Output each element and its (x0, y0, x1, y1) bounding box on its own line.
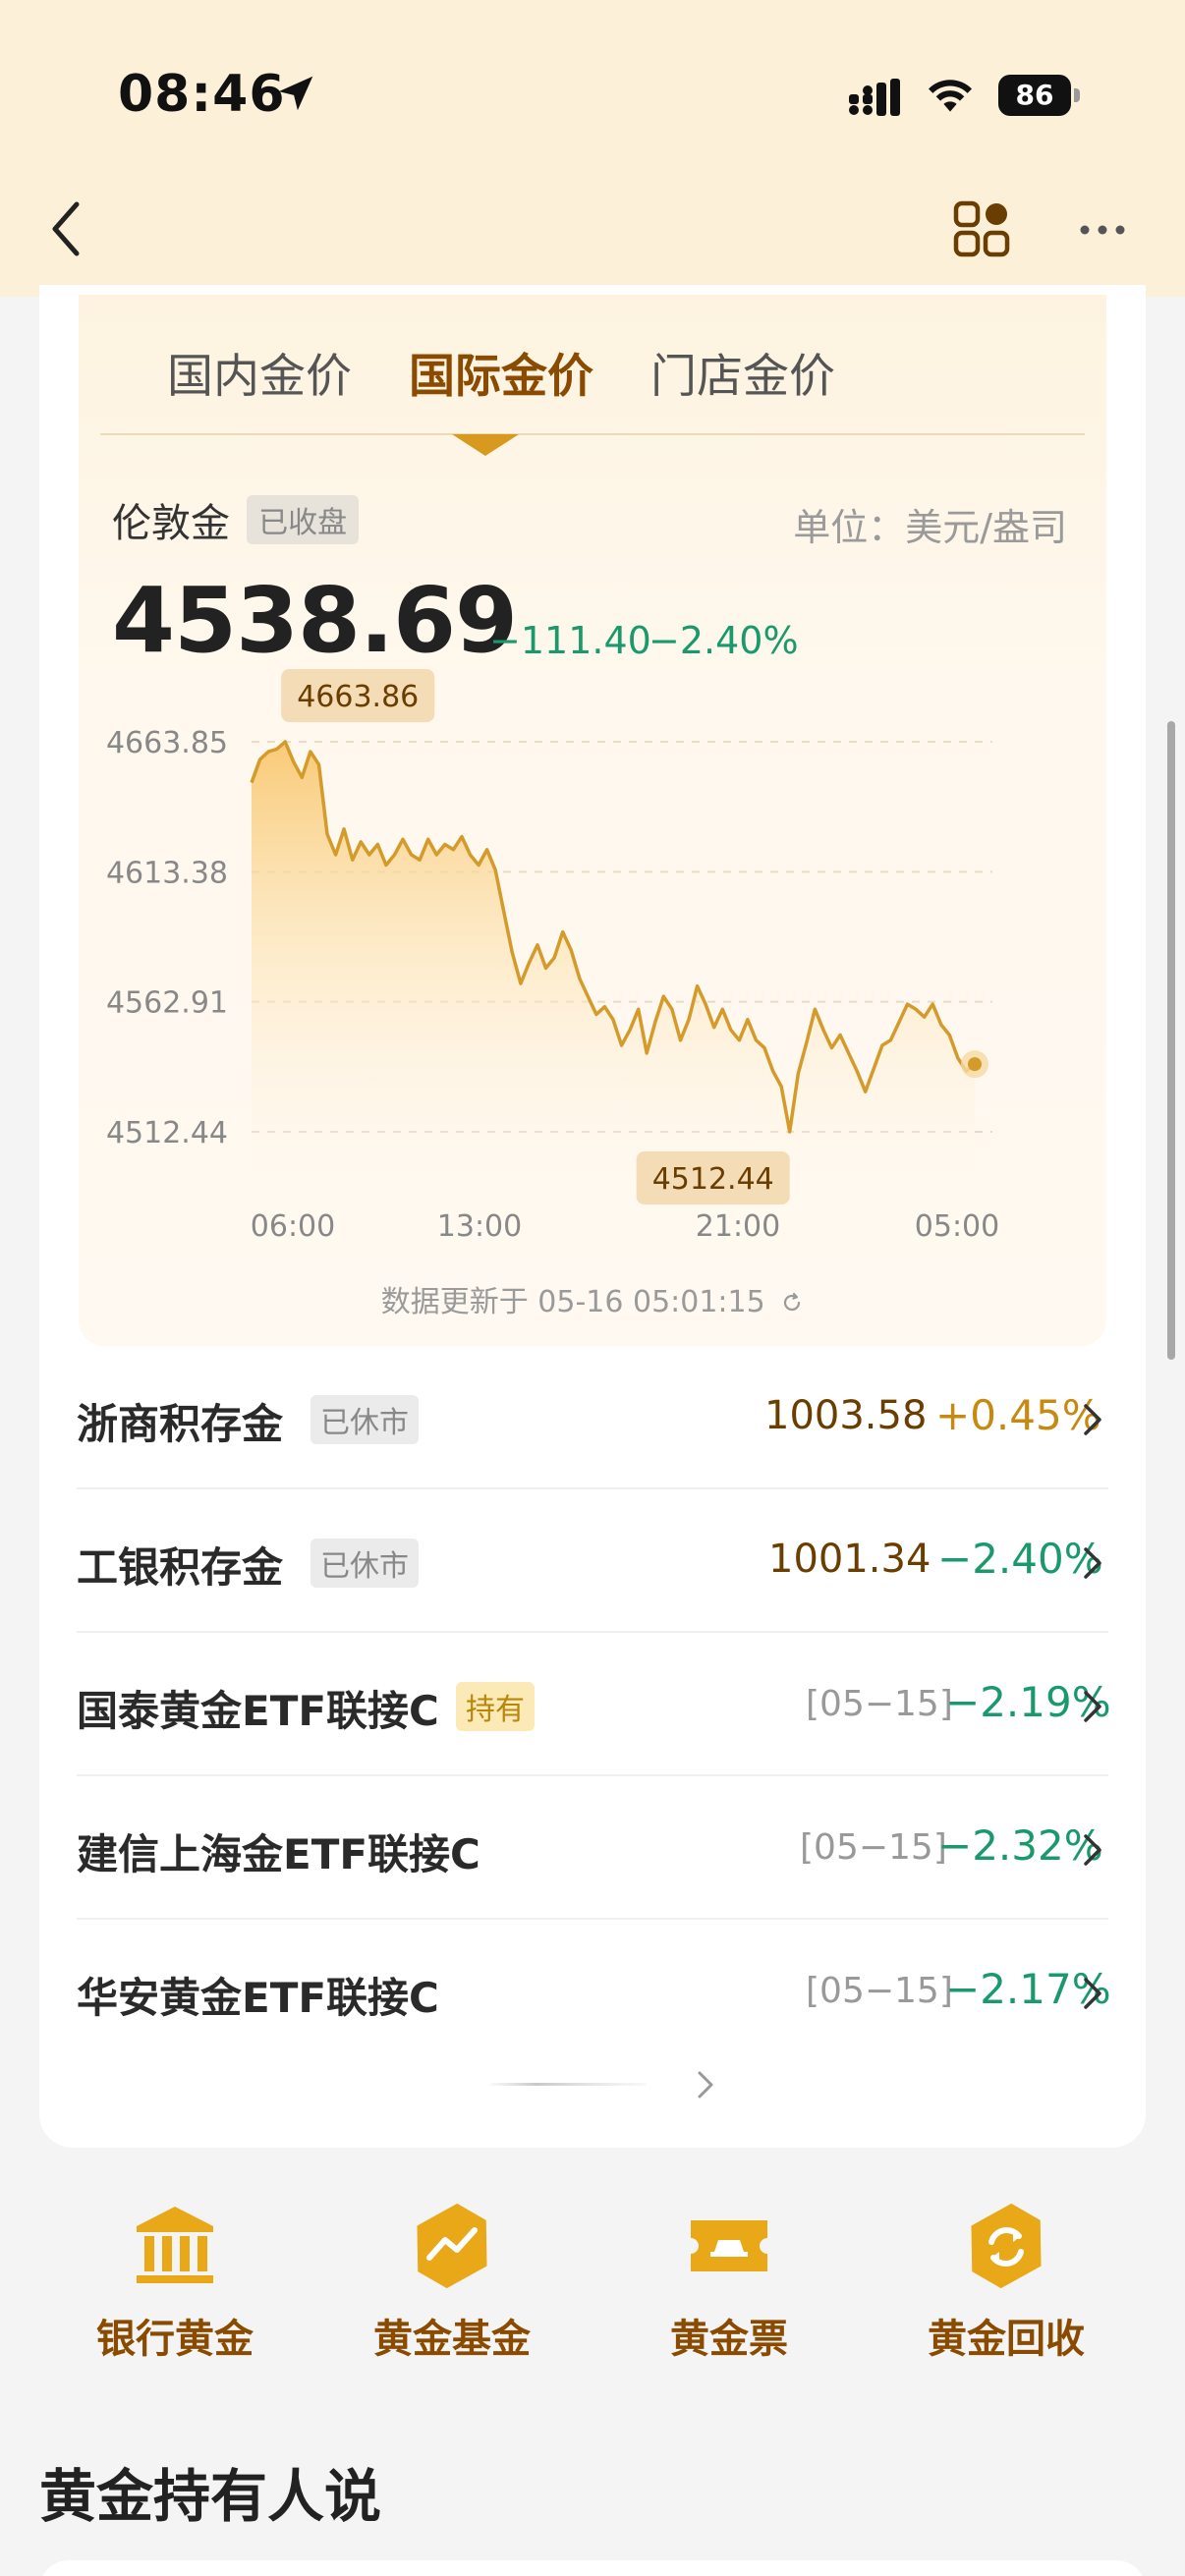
low-label: 4512.44 (652, 1162, 774, 1197)
last-point-dot (968, 1057, 982, 1072)
refresh-icon[interactable] (780, 1291, 804, 1315)
chevron-right-icon (1084, 1834, 1101, 1866)
tab-domestic-gold[interactable]: 国内金价 (167, 338, 352, 406)
back-chevron-icon[interactable] (43, 196, 92, 261)
chart-panel: 国内金价 国际金价 门店金价 伦敦金 已收盘 单位：美元/盎司 4538.69 … (79, 295, 1106, 1346)
price-change-percent: −2.40% (649, 619, 799, 662)
y-tick-label: 4512.44 (106, 1116, 228, 1150)
scrollbar[interactable] (1167, 721, 1175, 1360)
shortcut-gold-fund[interactable]: 黄金基金 (334, 2201, 570, 2364)
product-change-percent: +0.45% (935, 1391, 1101, 1439)
shortcut-gold-ticket[interactable]: 黄金票 (611, 2201, 847, 2364)
shortcut-label: 黄金基金 (373, 2317, 531, 2362)
status-time: 08:46 (118, 65, 286, 124)
product-change-percent: −2.32% (937, 1821, 1103, 1870)
fund-chart-icon (417, 2203, 487, 2289)
section-title: 黄金持有人说 (39, 2463, 382, 2530)
bank-icon (137, 2207, 213, 2283)
recycle-icon (971, 2203, 1042, 2289)
high-label: 4663.86 (297, 680, 419, 714)
product-row-zheshang[interactable]: 浙商积存金 已休市 1003.58 +0.45% (77, 1346, 1108, 1489)
gold-price-card: 国内金价 国际金价 门店金价 伦敦金 已收盘 单位：美元/盎司 4538.69 … (39, 285, 1146, 2148)
price-area (252, 742, 975, 1171)
market-closed-badge: 已收盘 (247, 495, 360, 544)
tab-store-gold[interactable]: 门店金价 (650, 338, 835, 406)
battery-cap (1074, 88, 1080, 102)
list-pager[interactable] (489, 2061, 725, 2110)
price-unit: 单位：美元/盎司 (793, 506, 1067, 549)
shortcut-label: 黄金回收 (928, 2317, 1085, 2362)
x-tick-label: 21:00 (696, 1209, 780, 1244)
chevron-right-icon (1084, 1691, 1101, 1722)
chevron-right-icon (1084, 1404, 1101, 1435)
product-name: 工银积存金 (77, 1543, 284, 1592)
x-tick-label: 05:00 (915, 1209, 999, 1244)
product-name: 浙商积存金 (77, 1400, 284, 1448)
shortcut-bar: 银行黄金 黄金基金 黄金票 黄金回收 (0, 2201, 1185, 2378)
cellular-signal-icon (849, 79, 900, 116)
quote-name-row: 伦敦金 已收盘 (112, 491, 360, 548)
product-date: [05−15] (806, 1971, 953, 2011)
holder-posts-card (39, 2560, 1146, 2576)
shortcut-bank-gold[interactable]: 银行黄金 (57, 2201, 293, 2364)
product-name: 华安黄金ETF联接C (77, 1974, 439, 2022)
quote-name: 伦敦金 (112, 501, 230, 546)
pager-next-icon (698, 2071, 713, 2099)
tab-divider (100, 433, 1085, 435)
x-tick-label: 13:00 (437, 1209, 522, 1244)
update-timestamp[interactable]: 数据更新于 05-16 05:01:15 (79, 1277, 1106, 1320)
gold-price-chart[interactable]: 4663.85 4613.38 4562.91 4512.44 06:00 13:00 21… (79, 668, 1106, 1277)
current-price: 4538.69 (112, 568, 518, 673)
ticket-icon (691, 2220, 767, 2271)
battery-indicator: 86 (998, 75, 1080, 116)
apps-grid-icon[interactable] (953, 200, 1010, 257)
pager-track (489, 2083, 647, 2086)
product-name: 国泰黄金ETF联接C (77, 1687, 439, 1735)
product-change-percent: −2.40% (937, 1535, 1103, 1583)
more-options-icon[interactable] (1077, 214, 1128, 246)
update-text: 数据更新于 05-16 05:01:15 (380, 1285, 765, 1319)
shortcut-gold-recycle[interactable]: 黄金回收 (888, 2201, 1124, 2364)
product-value: 1001.34 (768, 1537, 931, 1582)
header-area: 08:46 86 (0, 0, 1185, 297)
product-row-guotai[interactable]: 国泰黄金ETF联接C 持有 [05−15] −2.19% (77, 1633, 1111, 1776)
shortcut-label: 银行黄金 (96, 2317, 254, 2362)
product-name: 建信上海金ETF联接C (77, 1830, 480, 1878)
active-tab-indicator (452, 434, 519, 456)
product-row-huaan[interactable]: 华安黄金ETF联接C [05−15] −2.17% (77, 1920, 1111, 2063)
chevron-right-icon (1084, 1978, 1101, 2009)
wifi-icon (929, 80, 972, 112)
product-row-jianxin[interactable]: 建信上海金ETF联接C [05−15] −2.32% (77, 1776, 1108, 1920)
price-change: −111.40 (489, 619, 651, 662)
product-status-badge: 已休市 (310, 1395, 419, 1444)
product-value: 1003.58 (764, 1393, 928, 1438)
holding-badge: 持有 (456, 1682, 535, 1731)
product-status-badge: 已休市 (310, 1539, 419, 1588)
y-tick-label: 4663.85 (106, 726, 228, 760)
price-tabs: 国内金价 国际金价 门店金价 (140, 338, 1122, 426)
battery-level: 86 (998, 75, 1071, 116)
status-bar: 08:46 86 (0, 0, 1185, 187)
y-tick-label: 4613.38 (106, 856, 228, 890)
shortcut-label: 黄金票 (670, 2317, 788, 2362)
product-row-icbc[interactable]: 工银积存金 已休市 1001.34 −2.40% (77, 1489, 1108, 1633)
tab-international-gold[interactable]: 国际金价 (409, 338, 593, 406)
chevron-right-icon (1084, 1547, 1101, 1579)
y-tick-label: 4562.91 (106, 986, 228, 1021)
product-date: [05−15] (806, 1684, 953, 1724)
x-tick-label: 06:00 (251, 1209, 335, 1244)
location-arrow-icon (278, 76, 313, 111)
product-date: [05−15] (800, 1827, 947, 1868)
